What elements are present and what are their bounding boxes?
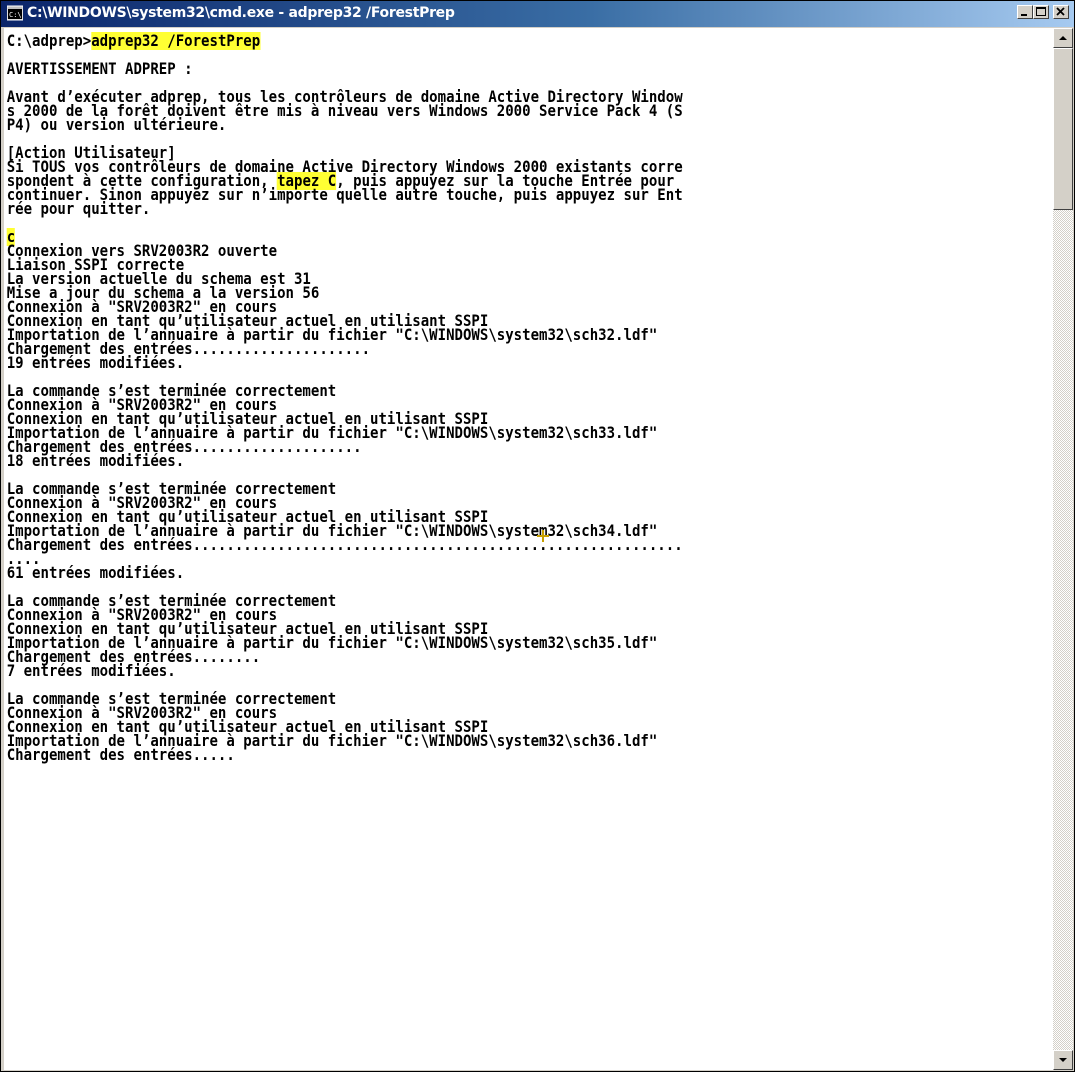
vertical-scrollbar[interactable] [1053,28,1073,1070]
maximize-button[interactable] [1033,5,1049,19]
console-area[interactable]: C:\adprep>adprep32 /ForestPrep AVERTISSE… [4,28,1053,1070]
maximize-icon [1036,7,1046,16]
console-command: adprep32 /ForestPrep [91,32,261,50]
close-icon [1056,7,1065,16]
window-title: C:\WINDOWS\system32\cmd.exe - adprep32 /… [27,5,455,21]
scroll-down-button[interactable] [1053,1050,1073,1070]
minimize-button[interactable] [1017,5,1033,19]
cmd-window: C:\ C:\WINDOWS\system32\cmd.exe - adprep… [0,0,1075,1072]
console-action-rest-text: continuer. Sinon appuyez sur n’importe q… [6,186,683,218]
console-output-text: Connexion vers SRV2003R2 ouverte Liaison… [6,242,683,764]
cmd-icon[interactable]: C:\ [7,5,23,21]
title-bar[interactable]: C:\ C:\WINDOWS\system32\cmd.exe - adprep… [1,1,1074,27]
scrollbar-thumb[interactable] [1053,48,1073,210]
scroll-up-arrow-icon [1059,36,1067,40]
scroll-up-button[interactable] [1053,28,1073,48]
svg-text:C:\: C:\ [9,11,22,19]
console-intro-text: AVERTISSEMENT ADPREP : Avant d’exécuter … [6,60,683,176]
close-button[interactable] [1053,5,1069,19]
scroll-down-arrow-icon [1059,1058,1067,1062]
mouse-cursor-icon [537,530,549,542]
console-prompt: C:\adprep> [6,32,92,50]
console-output: C:\adprep>adprep32 /ForestPrep AVERTISSE… [4,28,948,764]
minimize-icon [1021,14,1027,16]
